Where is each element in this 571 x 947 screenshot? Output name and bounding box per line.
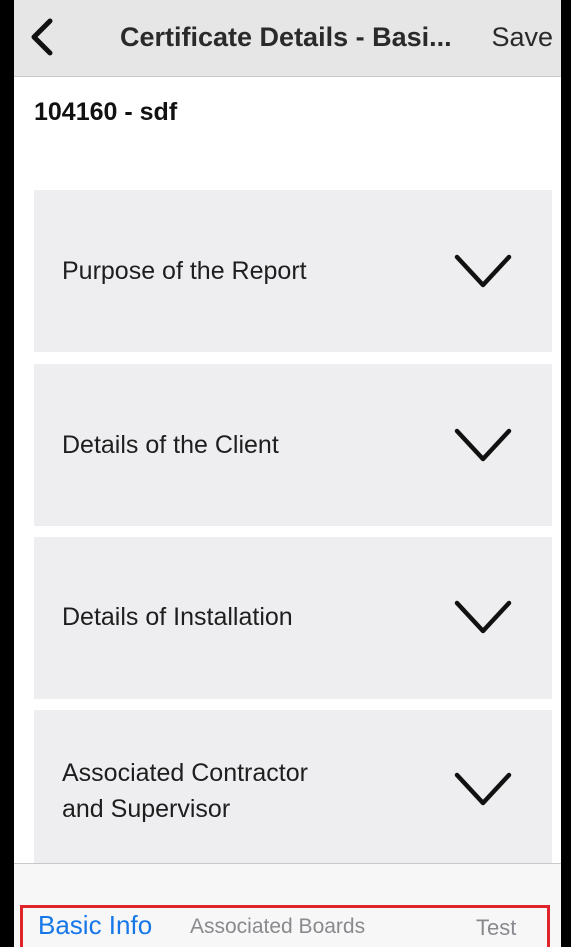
tab-basic-info[interactable]: Basic Info [38, 910, 152, 941]
save-button[interactable]: Save [491, 22, 553, 53]
section-label: Details of Installation [62, 603, 293, 631]
section-details-of-client[interactable]: Details of the Client [34, 364, 552, 526]
navigation-bar: Certificate Details - Basi... Save [14, 0, 561, 77]
page-title: Certificate Details - Basi... [120, 22, 452, 52]
section-label: Details of the Client [62, 431, 279, 459]
chevron-down-icon[interactable] [454, 772, 512, 806]
chevron-down-icon[interactable] [454, 254, 512, 288]
section-label-line-2: and Supervisor [62, 795, 231, 823]
section-details-of-installation[interactable]: Details of Installation [34, 537, 552, 699]
section-associated-contractor-supervisor[interactable]: Associated Contractor and Supervisor [34, 710, 552, 863]
section-label-line-1: Associated Contractor [62, 759, 308, 787]
phone-screen: Certificate Details - Basi... Save 10416… [14, 0, 561, 947]
record-title: 104160 - sdf [34, 98, 178, 126]
chevron-down-icon[interactable] [454, 428, 512, 462]
section-label: Purpose of the Report [62, 257, 307, 285]
tab-associated-boards[interactable]: Associated Boards [190, 915, 365, 939]
chevron-down-icon[interactable] [454, 600, 512, 634]
chevron-left-icon[interactable] [28, 17, 56, 57]
section-purpose-of-report[interactable]: Purpose of the Report [34, 190, 552, 352]
tab-test[interactable]: Test [476, 915, 516, 941]
